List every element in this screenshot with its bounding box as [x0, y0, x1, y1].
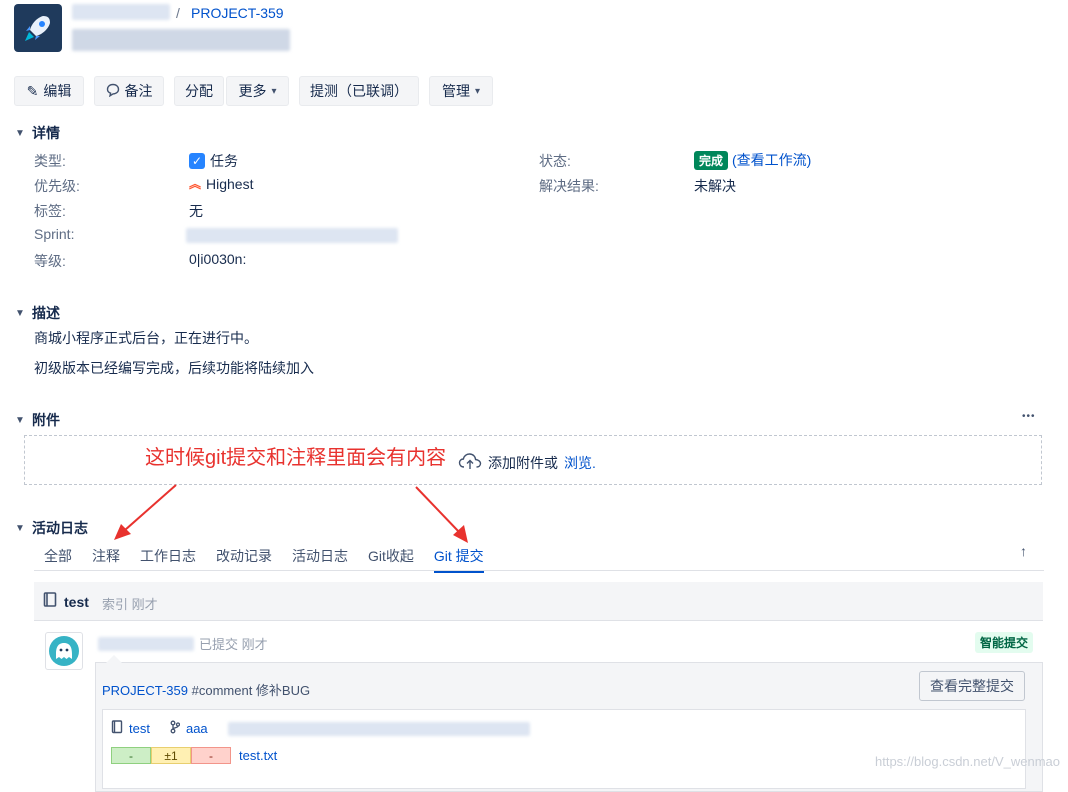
tab-worklog[interactable]: 工作日志 — [140, 546, 196, 573]
diff-removed-count: - — [191, 747, 231, 764]
tab-git-commits[interactable]: Git 提交 — [433, 546, 484, 573]
watermark-text: https://blog.csdn.net/V_wenmao — [874, 754, 1060, 769]
repository-icon — [111, 720, 123, 737]
tab-git-collapse[interactable]: Git收起 — [368, 546, 414, 573]
diff-added-count: - — [111, 747, 151, 764]
repository-name[interactable]: test — [64, 594, 89, 610]
scroll-top-icon[interactable]: ↑ — [1020, 543, 1027, 559]
blurred-commit-hash — [228, 722, 530, 736]
repository-icon — [43, 592, 57, 611]
committer-avatar — [45, 632, 83, 670]
tab-all[interactable]: 全部 — [44, 546, 72, 573]
view-full-commit-button[interactable]: 查看完整提交 — [919, 671, 1025, 701]
commit-time: 已提交 刚才 — [199, 637, 268, 652]
tabs-divider — [34, 570, 1044, 571]
branch-name[interactable]: aaa — [186, 721, 208, 736]
tab-activity[interactable]: 活动日志 — [292, 546, 348, 573]
diff-modified-count: ±1 — [151, 747, 191, 764]
chevron-down-icon: ▼ — [15, 522, 25, 534]
tab-comments[interactable]: 注释 — [92, 546, 120, 573]
tab-history[interactable]: 改动记录 — [216, 546, 272, 573]
repository-index-meta: 索引 刚才 — [102, 597, 158, 612]
commit-issue-link[interactable]: PROJECT-359 — [102, 683, 188, 698]
activity-tabs: 全部 注释 工作日志 改动记录 活动日志 Git收起 Git 提交 — [44, 546, 484, 573]
smart-commit-badge: 智能提交 — [975, 632, 1034, 653]
changed-file-link[interactable]: test.txt — [239, 748, 277, 763]
commit-card-pointer — [106, 655, 122, 663]
branch-icon — [170, 720, 181, 737]
activity-section-toggle[interactable]: ▼ 活动日志 — [14, 518, 88, 538]
blurred-committer-name — [98, 637, 194, 651]
commit-repo-link[interactable]: test — [129, 721, 150, 736]
commit-repo-header — [34, 582, 1043, 621]
commit-message: PROJECT-359 #comment 修补BUG — [102, 683, 311, 698]
commit-repo-branch-line: test aaa — [111, 720, 208, 737]
